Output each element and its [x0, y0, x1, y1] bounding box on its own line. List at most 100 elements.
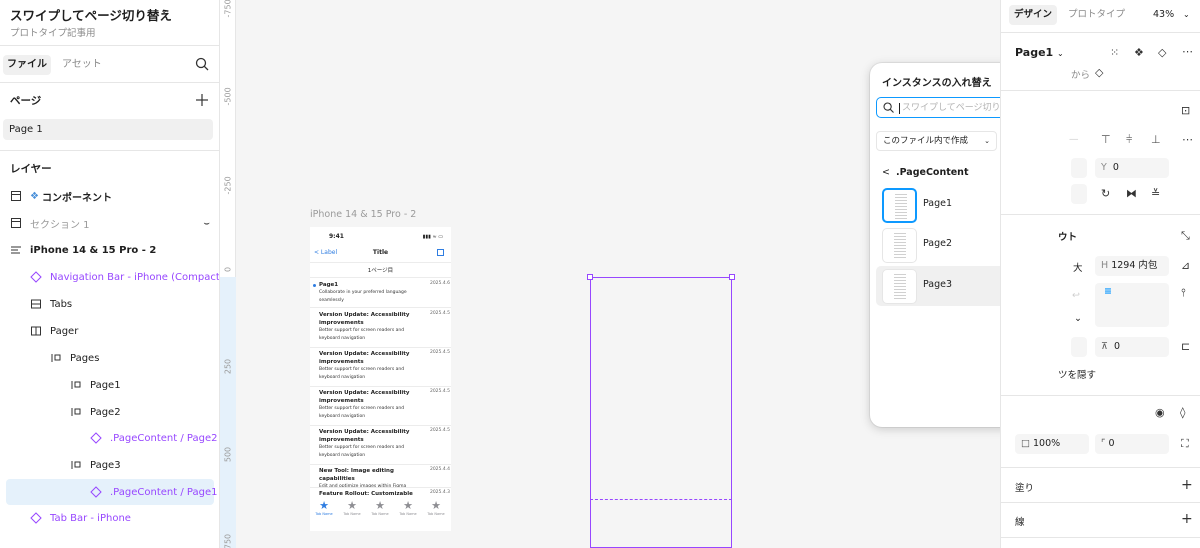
layer-section-1[interactable]: セクション 1 ⌣ [10, 210, 210, 236]
tab-design[interactable]: デザイン [1009, 5, 1057, 25]
iphone-frame-preview[interactable]: 9:41 ▮▮▮ ≈ ▭ Title < Label 1ページ目 Page1 C… [310, 227, 451, 531]
rotation-field-partial[interactable] [1071, 184, 1087, 204]
layer-pages[interactable]: Pages [50, 345, 99, 371]
chevron-down-icon: ⌄ [1057, 49, 1064, 58]
star-icon: ★ [403, 499, 413, 512]
layer-page2[interactable]: Page2 [70, 399, 121, 425]
instance-icon [30, 271, 42, 283]
layer-navigation-bar[interactable]: Navigation Bar - iPhone (Compact Size) [30, 264, 219, 290]
phone-page-subtitle: 1ページ目 [367, 268, 394, 274]
ruler-tick: 750 [223, 533, 233, 548]
pager-boundary-line [590, 499, 732, 500]
item-desc: Better support for screen readers and ke… [319, 328, 405, 341]
width-mode[interactable]: 大 [1073, 260, 1083, 274]
search-icon[interactable] [195, 57, 209, 71]
layer-pager[interactable]: Pager [30, 318, 78, 344]
frame-label[interactable]: iPhone 14 & 15 Pro - 2 [310, 209, 416, 220]
tab-asset[interactable]: アセット [62, 55, 102, 75]
item-date: 2025.4.5 [429, 428, 450, 433]
item-title: Version Update: Accessibility improvemen… [319, 351, 410, 365]
wrap-chevron-icon[interactable]: ⌄ [1074, 313, 1082, 324]
eye-icon[interactable]: ◉ [1155, 406, 1165, 420]
tab-file[interactable]: ファイル [3, 55, 51, 75]
layer-pagecontent-page2[interactable]: .PageContent / Page2 [90, 425, 217, 451]
chevron-down-icon[interactable]: ⌄ [1183, 5, 1190, 25]
component-icon[interactable]: ❖ [1134, 46, 1144, 60]
ruler-selection-highlight [220, 277, 236, 548]
page-item-page-1[interactable]: Page 1 [3, 119, 213, 140]
padding-field-partial[interactable] [1071, 337, 1087, 357]
thumbnail-preview [894, 233, 906, 258]
add-fill-icon[interactable]: + [1181, 478, 1193, 492]
instance-name[interactable]: Page1 ⌄ [1015, 46, 1064, 59]
layer-label: Pages [70, 352, 100, 364]
layer-label: セクション 1 [30, 219, 90, 231]
more-icon[interactable]: ⋯ [1182, 45, 1193, 59]
add-page-icon[interactable] [196, 94, 208, 106]
y-value: 0 [1112, 162, 1119, 173]
collapse-icon[interactable]: ⤡ [1181, 229, 1190, 243]
library-filter-dropdown[interactable]: このファイル内で作成 ⌄ [876, 131, 997, 151]
component-set-icon[interactable]: ⁙ [1110, 46, 1119, 60]
select-matching-icon[interactable]: ⊡ [1181, 104, 1190, 118]
back-to-pagecontent[interactable]: < .PageContent [882, 167, 969, 178]
item-title: Version Update: Accessibility improvemen… [319, 312, 410, 326]
rotate-icon[interactable]: ↻ [1101, 187, 1110, 201]
selected-instance-outline[interactable] [590, 277, 732, 548]
phone-tab: ★ Tab Name [313, 500, 335, 517]
layer-tabs[interactable]: Tabs [30, 291, 72, 317]
more-icon[interactable]: ⋯ [1182, 133, 1193, 147]
clip-content-label[interactable]: ツを隠す [1058, 367, 1096, 381]
layer-page3[interactable]: Page3 [70, 452, 121, 478]
expand-corners-icon[interactable]: ⛶ [1181, 437, 1189, 451]
zoom-level[interactable]: 43% [1153, 5, 1174, 25]
divider [0, 45, 219, 46]
resize-icon[interactable]: ⊿ [1181, 259, 1190, 273]
layer-components[interactable]: ❖ コンポーネント [10, 183, 112, 209]
layer-iphone-frame[interactable]: iPhone 14 & 15 Pro - 2 [10, 237, 156, 263]
padding-icon[interactable]: ⊏ [1181, 340, 1190, 354]
frame-icon [31, 299, 41, 309]
chevron-down-icon[interactable]: ⌄ [160, 5, 168, 16]
corner-radius-field[interactable]: ⌜ 0 [1095, 434, 1169, 454]
align-top-icon[interactable]: ⊤ [1101, 133, 1111, 147]
layout-settings-icon[interactable]: ⫯ [1181, 286, 1186, 300]
resize-handle[interactable] [729, 274, 735, 280]
add-stroke-icon[interactable]: + [1181, 512, 1193, 526]
h-value: 1294 [1111, 260, 1136, 271]
hidden-eye-icon[interactable]: ⌣ [203, 218, 210, 229]
y-field[interactable]: Y 0 [1095, 158, 1169, 178]
radius-value: 0 [1108, 438, 1115, 449]
gap-field[interactable]: ⊼ 0 [1095, 337, 1169, 357]
x-field-partial[interactable] [1071, 158, 1087, 178]
tab-prototype[interactable]: プロトタイプ [1068, 5, 1125, 25]
flip-horizontal-icon[interactable]: ⧓ [1126, 187, 1137, 201]
layer-pagecontent-page1[interactable]: .PageContent / Page1 [6, 479, 217, 505]
ruler-tick: -500 [223, 87, 233, 106]
layer-label: Pager [50, 325, 79, 337]
search-icon [883, 102, 894, 113]
opacity-field[interactable]: □ 100% [1015, 434, 1089, 454]
layer-label: iPhone 14 & 15 Pro - 2 [30, 244, 157, 256]
layer-page1[interactable]: Page1 [70, 372, 121, 398]
divider [1001, 502, 1200, 503]
blend-mode-icon[interactable]: ◊ [1180, 406, 1185, 420]
flip-vertical-icon[interactable]: ≚ [1151, 187, 1160, 201]
height-field[interactable]: H 1294 内包 [1095, 256, 1169, 276]
tab-label: Tab Name [343, 512, 361, 516]
align-bottom-icon[interactable]: ⊥ [1151, 133, 1161, 147]
file-title[interactable]: スワイプしてページ切り替え [10, 5, 172, 24]
horizontal-layout-icon [71, 461, 81, 469]
resize-handle[interactable] [587, 274, 593, 280]
popup-title: インスタンスの入れ替え [882, 78, 992, 89]
back-label: .PageContent [895, 167, 969, 178]
horizontal-layout-icon [71, 381, 81, 389]
thumbnail-preview [894, 274, 906, 299]
main-component-icon[interactable]: ◇ [1095, 66, 1103, 80]
layer-tab-bar[interactable]: Tab Bar - iPhone [30, 505, 131, 531]
item-date: 2025.4.5 [429, 350, 450, 355]
main-component-source: から [1071, 70, 1091, 81]
align-middle-icon[interactable]: ⫩ [1126, 133, 1132, 147]
detach-icon[interactable]: ◇ [1158, 46, 1166, 60]
align-partial: — [1069, 134, 1079, 145]
